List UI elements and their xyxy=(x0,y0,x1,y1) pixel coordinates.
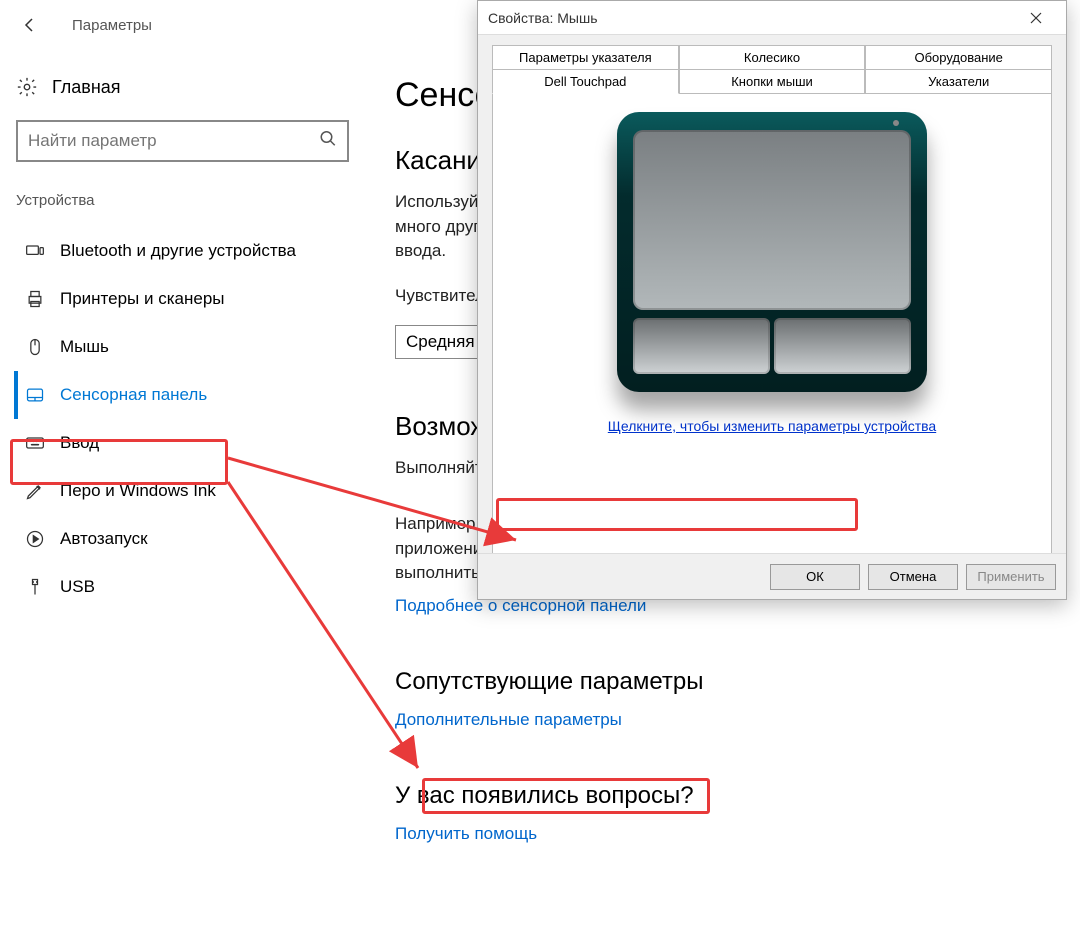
keyboard-icon xyxy=(24,432,46,454)
cancel-button[interactable]: Отмена xyxy=(868,564,958,590)
autoplay-icon xyxy=(24,528,46,550)
sidebar-item-autoplay[interactable]: Автозапуск xyxy=(16,515,349,563)
home-label: Главная xyxy=(52,77,121,98)
sensitivity-value: Средняя xyxy=(406,332,475,352)
sidebar-item-label: Сенсорная панель xyxy=(60,385,207,405)
tab-wheel[interactable]: Колесико xyxy=(679,45,866,70)
apply-button[interactable]: Применить xyxy=(966,564,1056,590)
gear-icon xyxy=(16,76,38,98)
pen-icon xyxy=(24,480,46,502)
search-input-wrap[interactable] xyxy=(16,120,349,162)
search-icon xyxy=(319,130,337,153)
sidebar-item-label: USB xyxy=(60,577,95,597)
ok-button[interactable]: ОК xyxy=(770,564,860,590)
printer-icon xyxy=(24,288,46,310)
sidebar-item-label: Перо и Windows Ink xyxy=(60,481,216,501)
sidebar-item-label: Принтеры и сканеры xyxy=(60,289,225,309)
search-input[interactable] xyxy=(18,122,347,160)
change-device-settings-link[interactable]: Щелкните, чтобы изменить параметры устро… xyxy=(608,418,936,434)
sidebar-item-mouse[interactable]: Мышь xyxy=(16,323,349,371)
close-icon xyxy=(1030,12,1042,24)
header-title: Параметры xyxy=(72,17,152,34)
additional-params-link[interactable]: Дополнительные параметры xyxy=(395,710,1050,730)
sidebar-item-label: Автозапуск xyxy=(60,529,148,549)
tab-pointer-options[interactable]: Параметры указателя xyxy=(492,45,679,70)
mouse-icon xyxy=(24,336,46,358)
tab-hardware[interactable]: Оборудование xyxy=(865,45,1052,70)
sidebar-item-usb[interactable]: USB xyxy=(16,563,349,611)
close-button[interactable] xyxy=(1016,4,1056,32)
tab-pointers[interactable]: Указатели xyxy=(865,69,1052,94)
usb-icon xyxy=(24,576,46,598)
devices-icon xyxy=(24,240,46,262)
sidebar-item-printers[interactable]: Принтеры и сканеры xyxy=(16,275,349,323)
dialog-title: Свойства: Мышь xyxy=(488,10,598,26)
sidebar-item-bluetooth[interactable]: Bluetooth и другие устройства xyxy=(16,227,349,275)
related-title: Сопутствующие параметры xyxy=(395,668,1050,696)
sidebar-item-pen[interactable]: Перо и Windows Ink xyxy=(16,467,349,515)
arrow-left-icon xyxy=(22,17,38,33)
sidebar-item-label: Мышь xyxy=(60,337,109,357)
home-button[interactable]: Главная xyxy=(16,76,349,98)
mouse-properties-dialog: Свойства: Мышь Параметры указателя Колес… xyxy=(477,0,1067,600)
category-title: Устройства xyxy=(16,192,349,209)
back-button[interactable] xyxy=(16,11,44,39)
tab-dell-touchpad[interactable]: Dell Touchpad xyxy=(492,69,679,94)
sidebar-item-touchpad[interactable]: Сенсорная панель xyxy=(14,371,349,419)
sidebar-item-label: Bluetooth и другие устройства xyxy=(60,241,296,261)
get-help-link[interactable]: Получить помощь xyxy=(395,824,1050,844)
touchpad-icon xyxy=(24,384,46,406)
sidebar-item-typing[interactable]: Ввод xyxy=(16,419,349,467)
help-title: У вас появились вопросы? xyxy=(395,782,1050,810)
sidebar-item-label: Ввод xyxy=(60,433,99,453)
tab-mouse-buttons[interactable]: Кнопки мыши xyxy=(679,69,866,94)
touchpad-illustration xyxy=(617,112,927,392)
